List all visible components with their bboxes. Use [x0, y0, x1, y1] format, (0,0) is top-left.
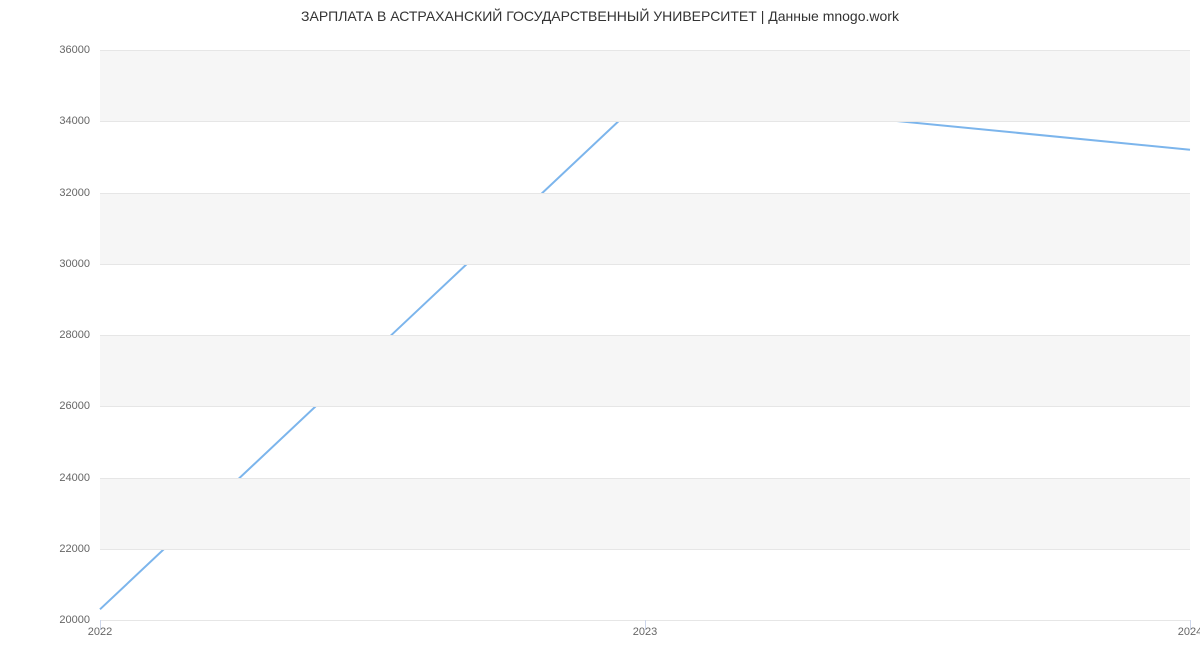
plot-band	[100, 193, 1190, 264]
y-gridline	[100, 193, 1190, 194]
y-axis-label: 34000	[0, 115, 90, 127]
y-gridline	[100, 335, 1190, 336]
plot-band	[100, 478, 1190, 549]
plot-band	[100, 335, 1190, 406]
y-axis-label: 22000	[0, 543, 90, 555]
y-axis-label: 32000	[0, 187, 90, 199]
salary-line-chart: ЗАРПЛАТА В АСТРАХАНСКИЙ ГОСУДАРСТВЕННЫЙ …	[0, 0, 1200, 650]
y-axis-label: 36000	[0, 44, 90, 56]
y-axis-label: 28000	[0, 329, 90, 341]
plot-band	[100, 50, 1190, 121]
y-gridline	[100, 264, 1190, 265]
plot-area	[100, 50, 1190, 621]
x-axis-label: 2022	[88, 626, 112, 638]
y-gridline	[100, 406, 1190, 407]
y-gridline	[100, 50, 1190, 51]
y-axis-label: 20000	[0, 614, 90, 626]
x-axis-label: 2024	[1178, 626, 1200, 638]
y-gridline	[100, 478, 1190, 479]
y-gridline	[100, 549, 1190, 550]
y-axis-label: 26000	[0, 400, 90, 412]
y-gridline	[100, 121, 1190, 122]
x-axis-label: 2023	[633, 626, 657, 638]
chart-title: ЗАРПЛАТА В АСТРАХАНСКИЙ ГОСУДАРСТВЕННЫЙ …	[0, 8, 1200, 24]
y-axis-label: 30000	[0, 258, 90, 270]
y-axis-label: 24000	[0, 472, 90, 484]
